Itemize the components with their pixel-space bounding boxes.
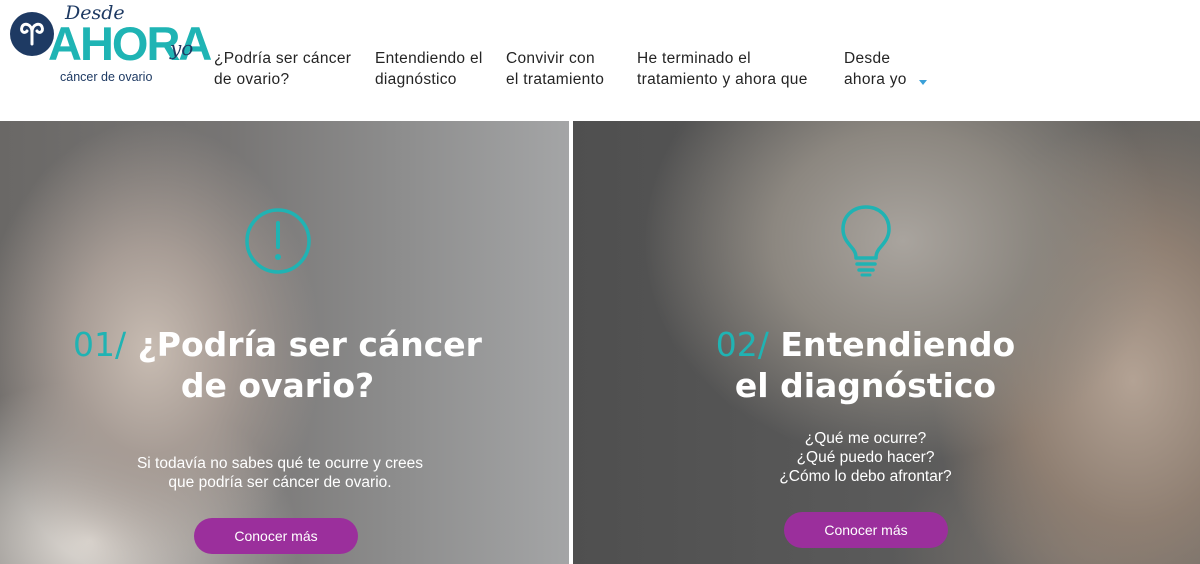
card-title-line2: de ovario? xyxy=(180,366,375,405)
card-title-line1: ¿Podría ser cáncer xyxy=(137,325,482,364)
nav-item-convivir-tratamiento[interactable]: Convivir con el tratamiento xyxy=(506,48,604,90)
conocer-mas-button[interactable]: Conocer más xyxy=(784,512,948,548)
card-number: 01/ xyxy=(73,325,127,364)
card-title-line1: Entendiendo xyxy=(780,325,1016,364)
card-title: 02/ Entendiendo el diagnóstico xyxy=(573,324,1158,406)
logo-subtitle: cáncer de ovario xyxy=(60,70,153,84)
lightbulb-icon xyxy=(838,203,894,281)
card-title: 01/ ¿Podría ser cáncer de ovario? xyxy=(0,324,555,406)
card-number: 02/ xyxy=(715,325,769,364)
nav-item-desde-ahora-yo[interactable]: Desde ahora yo xyxy=(844,48,927,90)
site-header: Desde AHORA yo cáncer de ovario ¿Podría … xyxy=(0,0,1200,121)
card-description: ¿Qué me ocurre? ¿Qué puedo hacer? ¿Cómo … xyxy=(779,430,952,485)
logo-yo-text: yo xyxy=(170,36,194,60)
card-description: Si todavía no sabes qué te ocurre y cree… xyxy=(136,455,424,491)
card-podria-ser-cancer: 01/ ¿Podría ser cáncer de ovario? Si tod… xyxy=(0,121,569,564)
site-logo[interactable]: Desde AHORA yo cáncer de ovario xyxy=(8,2,212,98)
card-entendiendo-diagnostico: 02/ Entendiendo el diagnóstico ¿Qué me o… xyxy=(573,121,1200,564)
nav-item-entendiendo-diagnostico[interactable]: Entendiendo el diagnóstico xyxy=(375,48,483,90)
nav-item-podria-ser-cancer[interactable]: ¿Podría ser cáncer de ovario? xyxy=(214,48,351,90)
nav-item-he-terminado-tratamiento[interactable]: He terminado el tratamiento y ahora que xyxy=(637,48,808,90)
dropdown-caret-icon[interactable] xyxy=(919,80,927,85)
card-title-line2: el diagnóstico xyxy=(734,366,997,405)
exclamation-circle-icon xyxy=(244,207,312,279)
conocer-mas-button[interactable]: Conocer más xyxy=(194,518,358,554)
